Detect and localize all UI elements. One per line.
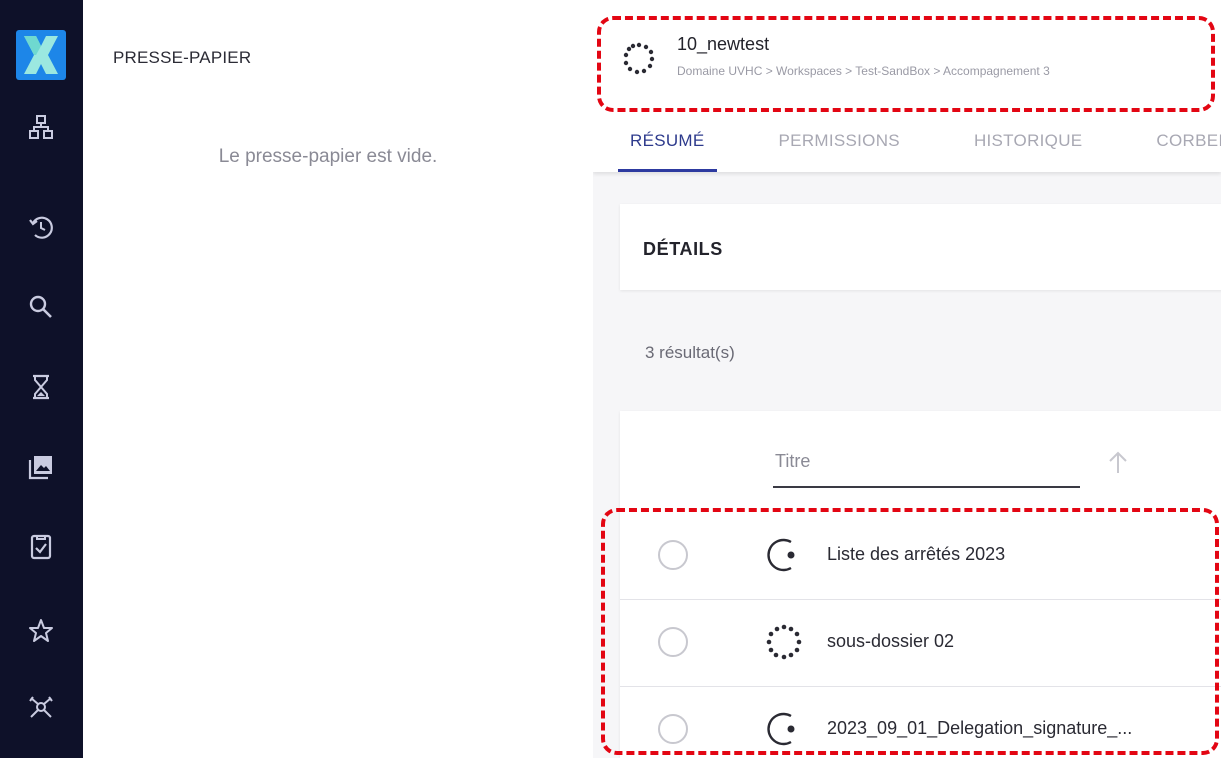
hourglass-icon <box>33 374 49 400</box>
workflow-icon <box>29 696 53 718</box>
row-title[interactable]: Liste des arrêtés 2023 <box>827 544 1005 565</box>
table-row[interactable]: sous-dossier 02 <box>620 599 1221 687</box>
sidebar-item-workflow[interactable] <box>26 692 56 722</box>
sidebar-item-tasks-pending[interactable] <box>26 372 56 402</box>
folder-dotted-icon <box>623 42 655 75</box>
folder-progress-icon <box>767 712 795 746</box>
folder-dotted-icon <box>766 624 802 660</box>
table-row[interactable]: 2023_09_01_Delegation_signature_... <box>620 686 1221 758</box>
sidebar-item-search[interactable] <box>26 292 56 322</box>
sitemap-icon <box>29 115 53 139</box>
row-select-checkbox[interactable] <box>658 627 688 657</box>
sidebar-item-favorites[interactable] <box>26 616 56 646</box>
document-title: 10_newtest <box>677 34 770 54</box>
row-title[interactable]: sous-dossier 02 <box>827 631 954 652</box>
tab-summary[interactable]: RÉSUMÉ <box>618 127 717 172</box>
sort-ascending-icon[interactable] <box>1107 449 1129 475</box>
details-card: DÉTAILS <box>620 204 1221 290</box>
sidebar-item-tasks[interactable] <box>26 532 56 562</box>
sidebar-item-history[interactable] <box>26 212 56 242</box>
collections-icon <box>28 456 52 480</box>
row-title[interactable]: 2023_09_01_Delegation_signature_... <box>827 718 1132 739</box>
sidebar <box>0 0 83 758</box>
search-icon <box>29 295 52 318</box>
column-header-title[interactable]: Titre <box>775 451 810 472</box>
star-icon <box>29 619 53 642</box>
clipboard-title: PRESSE-PAPIER <box>113 48 252 67</box>
tab-permissions[interactable]: PERMISSIONS <box>767 127 912 172</box>
folder-progress-icon <box>767 538 795 572</box>
sidebar-item-tree[interactable] <box>26 112 56 142</box>
history-icon <box>29 216 53 239</box>
row-select-checkbox[interactable] <box>658 714 688 744</box>
tab-trash[interactable]: CORBEIL <box>1144 127 1221 172</box>
clipboard-empty-message: Le presse-papier est vide. <box>218 146 438 167</box>
results-table: Titre Liste des arrêtés 2023 sous-dossie… <box>620 411 1221 758</box>
table-row[interactable]: Liste des arrêtés 2023 <box>620 512 1221 600</box>
document-header: 10_newtest Domaine UVHC > Workspaces > T… <box>593 0 1221 172</box>
app-logo[interactable] <box>16 30 66 80</box>
tab-bar: RÉSUMÉ PERMISSIONS HISTORIQUE CORBEIL <box>618 127 1221 172</box>
tab-history[interactable]: HISTORIQUE <box>962 127 1094 172</box>
breadcrumb[interactable]: Domaine UVHC > Workspaces > Test-SandBox… <box>677 64 1050 78</box>
row-select-checkbox[interactable] <box>658 540 688 570</box>
details-heading: DÉTAILS <box>643 239 723 259</box>
sidebar-item-collections[interactable] <box>26 452 56 482</box>
column-header-underline <box>773 486 1080 488</box>
task-checklist-icon <box>30 534 52 560</box>
clipboard-panel: PRESSE-PAPIER Le presse-papier est vide. <box>83 0 593 758</box>
x-logo-icon <box>24 36 58 74</box>
main-content: 10_newtest Domaine UVHC > Workspaces > T… <box>593 0 1221 758</box>
results-count: 3 résultat(s) <box>645 343 735 362</box>
